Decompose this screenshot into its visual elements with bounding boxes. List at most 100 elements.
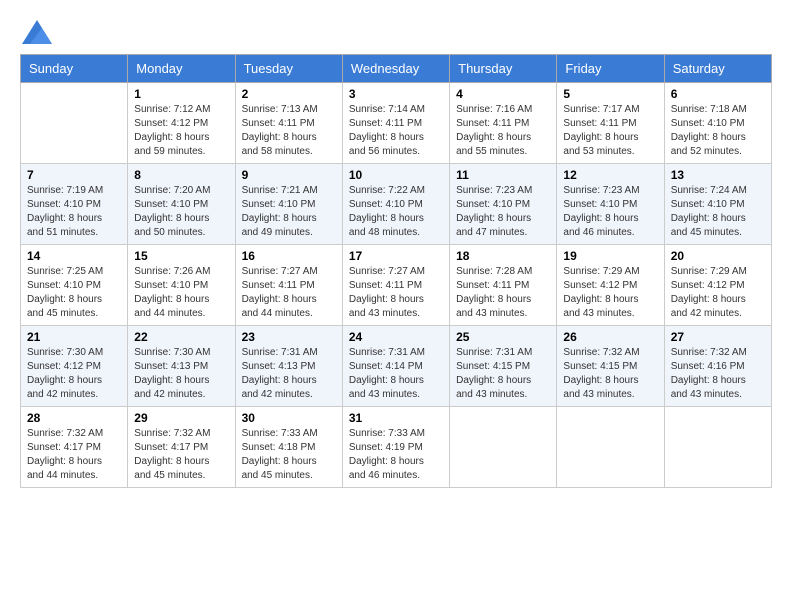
calendar-cell: 5 Sunrise: 7:17 AMSunset: 4:11 PMDayligh… bbox=[557, 83, 664, 164]
day-number: 7 bbox=[27, 168, 121, 182]
day-info: Sunrise: 7:26 AMSunset: 4:10 PMDaylight:… bbox=[134, 266, 210, 319]
calendar-cell: 22 Sunrise: 7:30 AMSunset: 4:13 PMDaylig… bbox=[128, 326, 235, 407]
calendar-cell: 29 Sunrise: 7:32 AMSunset: 4:17 PMDaylig… bbox=[128, 407, 235, 488]
day-info: Sunrise: 7:16 AMSunset: 4:11 PMDaylight:… bbox=[456, 104, 532, 157]
calendar-cell: 18 Sunrise: 7:28 AMSunset: 4:11 PMDaylig… bbox=[450, 245, 557, 326]
day-number: 30 bbox=[242, 411, 336, 425]
day-info: Sunrise: 7:19 AMSunset: 4:10 PMDaylight:… bbox=[27, 185, 103, 238]
day-info: Sunrise: 7:14 AMSunset: 4:11 PMDaylight:… bbox=[349, 104, 425, 157]
calendar-cell: 16 Sunrise: 7:27 AMSunset: 4:11 PMDaylig… bbox=[235, 245, 342, 326]
calendar-week-row: 28 Sunrise: 7:32 AMSunset: 4:17 PMDaylig… bbox=[21, 407, 772, 488]
calendar-cell: 11 Sunrise: 7:23 AMSunset: 4:10 PMDaylig… bbox=[450, 164, 557, 245]
day-info: Sunrise: 7:23 AMSunset: 4:10 PMDaylight:… bbox=[563, 185, 639, 238]
day-number: 12 bbox=[563, 168, 657, 182]
day-number: 14 bbox=[27, 249, 121, 263]
day-info: Sunrise: 7:30 AMSunset: 4:12 PMDaylight:… bbox=[27, 347, 103, 400]
day-info: Sunrise: 7:27 AMSunset: 4:11 PMDaylight:… bbox=[349, 266, 425, 319]
header-day-tuesday: Tuesday bbox=[235, 55, 342, 83]
day-number: 20 bbox=[671, 249, 765, 263]
day-info: Sunrise: 7:32 AMSunset: 4:17 PMDaylight:… bbox=[134, 428, 210, 481]
calendar-cell: 7 Sunrise: 7:19 AMSunset: 4:10 PMDayligh… bbox=[21, 164, 128, 245]
day-info: Sunrise: 7:31 AMSunset: 4:14 PMDaylight:… bbox=[349, 347, 425, 400]
header-day-thursday: Thursday bbox=[450, 55, 557, 83]
calendar-cell: 4 Sunrise: 7:16 AMSunset: 4:11 PMDayligh… bbox=[450, 83, 557, 164]
calendar-cell: 24 Sunrise: 7:31 AMSunset: 4:14 PMDaylig… bbox=[342, 326, 449, 407]
calendar-cell: 15 Sunrise: 7:26 AMSunset: 4:10 PMDaylig… bbox=[128, 245, 235, 326]
calendar-cell: 12 Sunrise: 7:23 AMSunset: 4:10 PMDaylig… bbox=[557, 164, 664, 245]
day-info: Sunrise: 7:12 AMSunset: 4:12 PMDaylight:… bbox=[134, 104, 210, 157]
calendar-cell: 28 Sunrise: 7:32 AMSunset: 4:17 PMDaylig… bbox=[21, 407, 128, 488]
calendar-cell bbox=[557, 407, 664, 488]
day-info: Sunrise: 7:30 AMSunset: 4:13 PMDaylight:… bbox=[134, 347, 210, 400]
day-number: 4 bbox=[456, 87, 550, 101]
header-day-monday: Monday bbox=[128, 55, 235, 83]
day-info: Sunrise: 7:24 AMSunset: 4:10 PMDaylight:… bbox=[671, 185, 747, 238]
day-number: 29 bbox=[134, 411, 228, 425]
day-number: 9 bbox=[242, 168, 336, 182]
calendar-week-row: 14 Sunrise: 7:25 AMSunset: 4:10 PMDaylig… bbox=[21, 245, 772, 326]
day-number: 25 bbox=[456, 330, 550, 344]
calendar-cell: 13 Sunrise: 7:24 AMSunset: 4:10 PMDaylig… bbox=[664, 164, 771, 245]
calendar-cell: 14 Sunrise: 7:25 AMSunset: 4:10 PMDaylig… bbox=[21, 245, 128, 326]
calendar-cell: 2 Sunrise: 7:13 AMSunset: 4:11 PMDayligh… bbox=[235, 83, 342, 164]
day-number: 17 bbox=[349, 249, 443, 263]
calendar-cell bbox=[664, 407, 771, 488]
day-number: 19 bbox=[563, 249, 657, 263]
day-info: Sunrise: 7:32 AMSunset: 4:16 PMDaylight:… bbox=[671, 347, 747, 400]
header-day-sunday: Sunday bbox=[21, 55, 128, 83]
day-number: 8 bbox=[134, 168, 228, 182]
logo bbox=[20, 20, 52, 44]
logo-text bbox=[20, 20, 52, 44]
calendar-cell: 17 Sunrise: 7:27 AMSunset: 4:11 PMDaylig… bbox=[342, 245, 449, 326]
calendar-cell: 31 Sunrise: 7:33 AMSunset: 4:19 PMDaylig… bbox=[342, 407, 449, 488]
calendar-week-row: 7 Sunrise: 7:19 AMSunset: 4:10 PMDayligh… bbox=[21, 164, 772, 245]
logo-general bbox=[20, 23, 52, 40]
day-info: Sunrise: 7:32 AMSunset: 4:15 PMDaylight:… bbox=[563, 347, 639, 400]
calendar-cell bbox=[21, 83, 128, 164]
day-number: 16 bbox=[242, 249, 336, 263]
day-info: Sunrise: 7:25 AMSunset: 4:10 PMDaylight:… bbox=[27, 266, 103, 319]
calendar-cell: 3 Sunrise: 7:14 AMSunset: 4:11 PMDayligh… bbox=[342, 83, 449, 164]
day-info: Sunrise: 7:17 AMSunset: 4:11 PMDaylight:… bbox=[563, 104, 639, 157]
day-number: 10 bbox=[349, 168, 443, 182]
calendar-cell: 19 Sunrise: 7:29 AMSunset: 4:12 PMDaylig… bbox=[557, 245, 664, 326]
day-number: 3 bbox=[349, 87, 443, 101]
day-info: Sunrise: 7:13 AMSunset: 4:11 PMDaylight:… bbox=[242, 104, 318, 157]
day-info: Sunrise: 7:29 AMSunset: 4:12 PMDaylight:… bbox=[563, 266, 639, 319]
calendar-cell: 30 Sunrise: 7:33 AMSunset: 4:18 PMDaylig… bbox=[235, 407, 342, 488]
calendar-cell bbox=[450, 407, 557, 488]
calendar-cell: 23 Sunrise: 7:31 AMSunset: 4:13 PMDaylig… bbox=[235, 326, 342, 407]
calendar-cell: 21 Sunrise: 7:30 AMSunset: 4:12 PMDaylig… bbox=[21, 326, 128, 407]
day-number: 5 bbox=[563, 87, 657, 101]
calendar-week-row: 1 Sunrise: 7:12 AMSunset: 4:12 PMDayligh… bbox=[21, 83, 772, 164]
day-number: 13 bbox=[671, 168, 765, 182]
day-info: Sunrise: 7:21 AMSunset: 4:10 PMDaylight:… bbox=[242, 185, 318, 238]
day-info: Sunrise: 7:28 AMSunset: 4:11 PMDaylight:… bbox=[456, 266, 532, 319]
day-number: 24 bbox=[349, 330, 443, 344]
calendar-table: SundayMondayTuesdayWednesdayThursdayFrid… bbox=[20, 54, 772, 488]
day-info: Sunrise: 7:27 AMSunset: 4:11 PMDaylight:… bbox=[242, 266, 318, 319]
day-info: Sunrise: 7:31 AMSunset: 4:15 PMDaylight:… bbox=[456, 347, 532, 400]
calendar-cell: 10 Sunrise: 7:22 AMSunset: 4:10 PMDaylig… bbox=[342, 164, 449, 245]
calendar-cell: 8 Sunrise: 7:20 AMSunset: 4:10 PMDayligh… bbox=[128, 164, 235, 245]
day-number: 2 bbox=[242, 87, 336, 101]
day-info: Sunrise: 7:33 AMSunset: 4:18 PMDaylight:… bbox=[242, 428, 318, 481]
day-info: Sunrise: 7:33 AMSunset: 4:19 PMDaylight:… bbox=[349, 428, 425, 481]
day-info: Sunrise: 7:29 AMSunset: 4:12 PMDaylight:… bbox=[671, 266, 747, 319]
calendar-cell: 20 Sunrise: 7:29 AMSunset: 4:12 PMDaylig… bbox=[664, 245, 771, 326]
calendar-cell: 27 Sunrise: 7:32 AMSunset: 4:16 PMDaylig… bbox=[664, 326, 771, 407]
calendar-header-row: SundayMondayTuesdayWednesdayThursdayFrid… bbox=[21, 55, 772, 83]
calendar-cell: 9 Sunrise: 7:21 AMSunset: 4:10 PMDayligh… bbox=[235, 164, 342, 245]
day-number: 6 bbox=[671, 87, 765, 101]
day-number: 28 bbox=[27, 411, 121, 425]
calendar-cell: 26 Sunrise: 7:32 AMSunset: 4:15 PMDaylig… bbox=[557, 326, 664, 407]
day-number: 18 bbox=[456, 249, 550, 263]
day-number: 11 bbox=[456, 168, 550, 182]
day-number: 27 bbox=[671, 330, 765, 344]
day-info: Sunrise: 7:22 AMSunset: 4:10 PMDaylight:… bbox=[349, 185, 425, 238]
calendar-cell: 25 Sunrise: 7:31 AMSunset: 4:15 PMDaylig… bbox=[450, 326, 557, 407]
day-info: Sunrise: 7:32 AMSunset: 4:17 PMDaylight:… bbox=[27, 428, 103, 481]
calendar-week-row: 21 Sunrise: 7:30 AMSunset: 4:12 PMDaylig… bbox=[21, 326, 772, 407]
header-day-wednesday: Wednesday bbox=[342, 55, 449, 83]
header-day-friday: Friday bbox=[557, 55, 664, 83]
